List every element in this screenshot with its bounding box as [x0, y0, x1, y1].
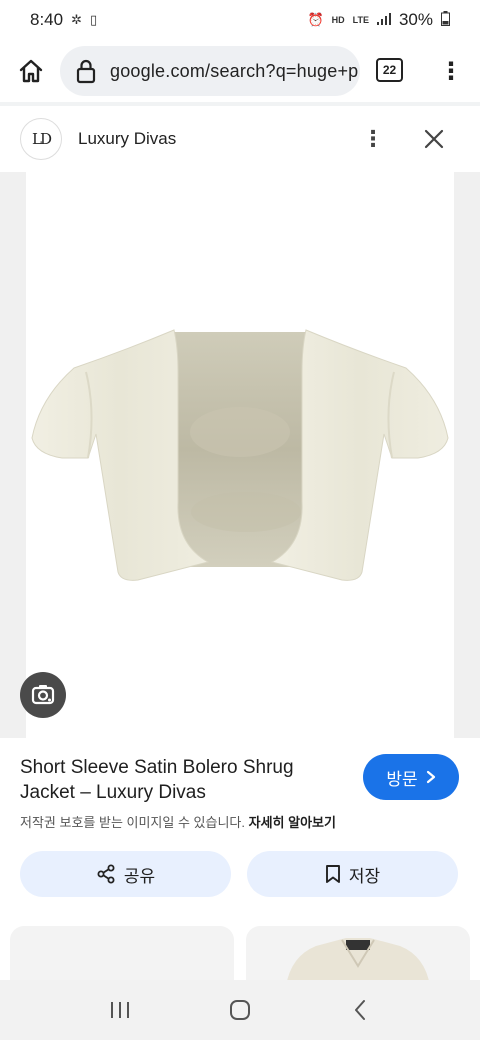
- copyright-notice: 저작권 보호를 받는 이미지일 수 있습니다. 자세히 알아보기: [20, 812, 336, 831]
- recent-apps-icon: [111, 1002, 129, 1018]
- battery-icon: [441, 11, 450, 29]
- app-notification-icon: ▯: [90, 12, 98, 27]
- share-button[interactable]: 공유: [20, 851, 231, 897]
- status-right: ⏰ HD LTE 30%: [307, 10, 450, 30]
- close-button[interactable]: [418, 122, 450, 156]
- battery-percent: 30%: [398, 10, 433, 29]
- related-jacket-image: [286, 938, 430, 986]
- lte-icon: LTE: [352, 15, 369, 25]
- source-logo[interactable]: LD: [20, 118, 62, 160]
- back-button[interactable]: [340, 990, 380, 1030]
- learn-more-link[interactable]: 자세히 알아보기: [249, 815, 336, 830]
- share-label: 공유: [123, 866, 156, 886]
- google-lens-button[interactable]: [20, 672, 66, 718]
- lock-icon: [72, 57, 100, 85]
- related-image-thumbnail[interactable]: [246, 926, 470, 986]
- source-header: LD Luxury Divas ⋮: [0, 112, 480, 168]
- url-text: google.com/search?q=huge+p: [110, 60, 359, 81]
- source-more-button[interactable]: ⋮: [360, 122, 386, 156]
- more-vert-icon: ⋮: [439, 57, 463, 85]
- browser-toolbar: google.com/search?q=huge+p 22 ⋮: [0, 44, 480, 98]
- alarm-icon: ⏰: [307, 12, 324, 27]
- home-button[interactable]: [14, 54, 48, 88]
- bookmark-icon: [325, 865, 340, 883]
- back-icon: [355, 1000, 365, 1020]
- home-circle-icon: [230, 1000, 250, 1020]
- image-canvas: [26, 172, 454, 738]
- system-nav-bar: [0, 980, 480, 1040]
- result-title[interactable]: Short Sleeve Satin Bolero Shrug Jacket –…: [20, 755, 350, 805]
- share-icon: [97, 864, 115, 884]
- url-bar[interactable]: google.com/search?q=huge+p: [60, 46, 360, 96]
- chevron-right-icon: [426, 770, 435, 784]
- close-icon: [424, 129, 444, 149]
- visit-label: 방문: [386, 769, 418, 789]
- hd-voice-icon: HD: [331, 15, 345, 25]
- status-time: 8:40: [30, 10, 64, 29]
- bolero-jacket-image: [31, 329, 449, 581]
- recent-apps-button[interactable]: [100, 990, 140, 1030]
- system-home-button[interactable]: [220, 990, 260, 1030]
- visit-button[interactable]: 방문: [363, 754, 459, 800]
- copyright-text: 저작권 보호를 받는 이미지일 수 있습니다.: [20, 815, 245, 830]
- more-vert-icon: ⋮: [362, 126, 384, 151]
- related-image-thumbnail[interactable]: [10, 926, 234, 986]
- signal-icon: [376, 12, 391, 28]
- browser-menu-button[interactable]: ⋮: [436, 54, 466, 88]
- toolbar-divider: [0, 102, 480, 106]
- status-bar: 8:40 ✲ ▯ ⏰ HD LTE 30%: [0, 0, 480, 40]
- status-left: 8:40 ✲ ▯: [30, 10, 97, 30]
- save-label: 저장: [348, 866, 381, 886]
- source-name[interactable]: Luxury Divas: [78, 129, 176, 149]
- image-preview[interactable]: [0, 172, 480, 738]
- tab-switcher-button[interactable]: 22: [376, 58, 403, 82]
- save-button[interactable]: 저장: [247, 851, 458, 897]
- notification-icon: ✲: [71, 12, 82, 27]
- lens-icon: [31, 685, 55, 705]
- home-icon: [19, 59, 43, 83]
